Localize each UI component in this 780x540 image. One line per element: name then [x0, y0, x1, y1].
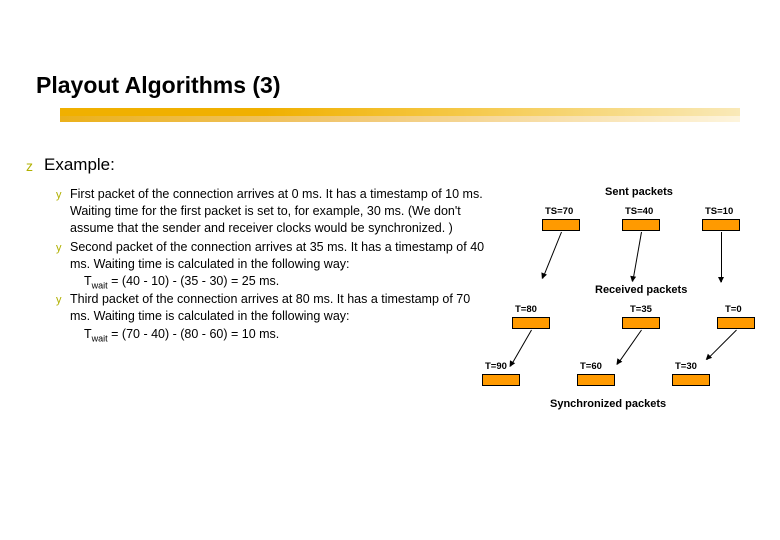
timestamp-label: T=35	[630, 304, 652, 315]
z-bullet-icon: z	[26, 158, 33, 174]
arrow-icon	[706, 330, 736, 360]
packet-box	[577, 374, 615, 386]
y-bullet-icon: y	[56, 188, 62, 203]
arrow-icon	[510, 330, 532, 367]
arrow-icon	[542, 232, 562, 279]
y-bullet-icon: y	[56, 293, 62, 308]
packet-box	[717, 317, 755, 329]
packet-box	[482, 374, 520, 386]
timestamp-label: TS=10	[705, 206, 733, 217]
list-item: y Second packet of the connection arrive…	[56, 239, 488, 273]
title-underline	[60, 108, 740, 126]
row-title: Synchronized packets	[550, 398, 666, 410]
item-text: Second packet of the connection arrives …	[70, 240, 484, 271]
formula-rest: = (40 - 10) - (35 - 30) = 25 ms.	[111, 274, 279, 288]
timestamp-label: TS=70	[545, 206, 573, 217]
packet-box	[512, 317, 550, 329]
timestamp-label: T=80	[515, 304, 537, 315]
item-text: Third packet of the connection arrives a…	[70, 292, 470, 323]
item-text: First packet of the connection arrives a…	[70, 187, 483, 235]
timestamp-label: T=30	[675, 361, 697, 372]
arrow-icon	[632, 232, 642, 281]
formula-rest: = (70 - 40) - (80 - 60) = 10 ms.	[111, 327, 279, 341]
timestamp-label: T=90	[485, 361, 507, 372]
formula: Twait = (70 - 40) - (80 - 60) = 10 ms.	[56, 327, 488, 344]
list-item: y First packet of the connection arrives…	[56, 186, 488, 237]
timestamp-label: TS=40	[625, 206, 653, 217]
section-heading: Example:	[44, 155, 115, 175]
packet-box	[622, 317, 660, 329]
row-title: Sent packets	[605, 186, 673, 198]
arrow-icon	[617, 330, 642, 365]
packet-box	[672, 374, 710, 386]
packet-box	[702, 219, 740, 231]
subscript: wait	[92, 333, 108, 343]
list-item: y Third packet of the connection arrives…	[56, 291, 488, 325]
packet-diagram: Sent packets TS=70 TS=40 TS=10 Received …	[480, 186, 770, 416]
timestamp-label: T=0	[725, 304, 742, 315]
timestamp-label: T=60	[580, 361, 602, 372]
y-bullet-icon: y	[56, 241, 62, 256]
subscript: wait	[92, 281, 108, 291]
arrow-icon	[721, 232, 722, 282]
row-title: Received packets	[595, 284, 687, 296]
formula: Twait = (40 - 10) - (35 - 30) = 25 ms.	[56, 274, 488, 291]
page-title: Playout Algorithms (3)	[36, 72, 281, 99]
packet-box	[622, 219, 660, 231]
example-list: y First packet of the connection arrives…	[56, 186, 488, 343]
packet-box	[542, 219, 580, 231]
